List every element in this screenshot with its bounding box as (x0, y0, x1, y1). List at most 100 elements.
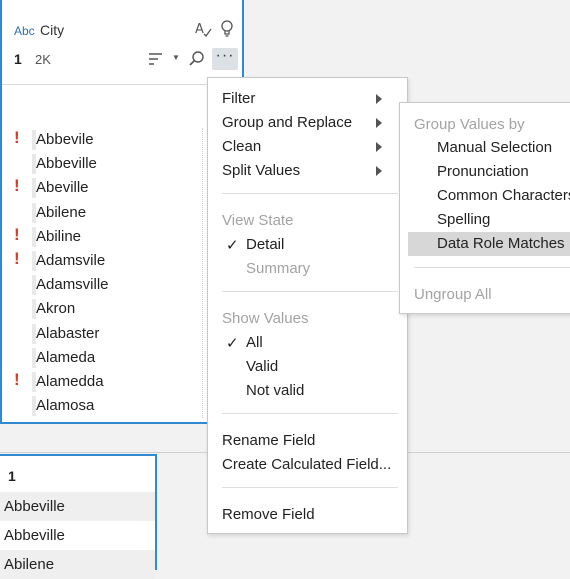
menu-header-label: View State (222, 212, 294, 229)
table-row[interactable]: Abilene (0, 550, 155, 579)
menu-item-label: Group and Replace (222, 114, 353, 131)
search-icon[interactable] (188, 50, 206, 73)
chevron-down-icon[interactable]: ▼ (172, 53, 180, 62)
value-list-item[interactable]: Adamsville (2, 273, 212, 297)
string-type-icon[interactable]: Abc (14, 24, 35, 38)
menu-divider (222, 487, 398, 488)
menu-item-label: Remove Field (222, 506, 315, 523)
invalid-value-icon: ! (14, 224, 20, 244)
value-label: Abbeville (36, 155, 97, 173)
submenu-item-label: Common Characters (437, 187, 570, 204)
menu-header-view-state: View State (208, 209, 407, 233)
submenu-item-pronunciation[interactable]: Pronunciation (400, 160, 570, 184)
value-list-item[interactable]: Alamosa (2, 394, 212, 418)
value-list-item[interactable]: ! Abeville (2, 176, 212, 200)
value-list-item[interactable]: Abilene (2, 201, 212, 225)
menu-item-valid[interactable]: Valid (208, 355, 407, 379)
menu-item-label: Summary (246, 260, 311, 277)
value-list-item[interactable]: ! Alamedda (2, 370, 212, 394)
table-cell: Abbeville (4, 498, 65, 515)
submenu-item-label: Spelling (437, 211, 491, 228)
submenu-item-label: Data Role Matches (437, 235, 565, 252)
menu-item-summary: Summary (208, 257, 407, 281)
field-name[interactable]: City (40, 22, 64, 38)
value-label: Akron (36, 300, 76, 318)
menu-divider (222, 291, 398, 292)
menu-item-label: All (246, 334, 263, 351)
submenu-item-data-role-matches[interactable]: Data Role Matches (408, 232, 570, 256)
submenu-item-manual-selection[interactable]: Manual Selection (400, 136, 570, 160)
value-label: Alameda (36, 348, 96, 366)
table-row[interactable]: Abbeville (0, 521, 155, 550)
menu-item-rename-field[interactable]: Rename Field (208, 429, 407, 453)
menu-item-split-values[interactable]: Split Values (208, 159, 407, 183)
group-values-submenu: Group Values by Manual Selection Pronunc… (399, 102, 570, 314)
grid-column-header[interactable]: 1 (0, 456, 155, 492)
submenu-arrow-icon (376, 94, 382, 104)
checkmark-icon: ✓ (226, 237, 239, 254)
table-cell: Abbeville (4, 527, 65, 544)
invalid-value-icon: ! (14, 370, 20, 389)
value-list-item[interactable]: Abbeville (2, 152, 212, 176)
submenu-item-label: Ungroup All (414, 286, 492, 303)
value-list-item[interactable]: Alameda (2, 346, 212, 370)
menu-item-label: Detail (246, 236, 285, 253)
menu-item-remove-field[interactable]: Remove Field (208, 503, 407, 527)
submenu-arrow-icon (376, 118, 382, 128)
data-grid-column[interactable]: 1 Abbeville Abbeville Abilene (0, 454, 157, 579)
value-label: Abiline (36, 227, 82, 245)
field-context-menu: Filter Group and Replace Clean Split Val… (207, 77, 408, 534)
menu-divider (222, 413, 398, 414)
menu-item-label: Filter (222, 90, 256, 107)
menu-item-label: Split Values (222, 162, 301, 179)
value-label: Alamosa (36, 397, 95, 415)
invalid-value-icon: ! (14, 128, 20, 147)
data-role-icon[interactable]: A (194, 20, 212, 41)
step-number: 1 (14, 51, 22, 67)
value-label: Adamsville (36, 276, 109, 294)
menu-divider (222, 193, 398, 194)
menu-item-filter[interactable]: Filter (208, 87, 407, 111)
menu-item-clean[interactable]: Clean (208, 135, 407, 159)
value-label: Alabaster (36, 324, 100, 342)
submenu-item-ungroup-all: Ungroup All (400, 283, 570, 307)
value-list-item[interactable]: Akron (2, 297, 212, 321)
menu-item-label: Rename Field (222, 432, 316, 449)
menu-item-label: Clean (222, 138, 262, 155)
value-count: 2K (35, 52, 51, 67)
table-cell: Abilene (4, 556, 55, 573)
menu-item-create-calculated-field[interactable]: Create Calculated Field... (208, 453, 407, 477)
sort-icon[interactable] (148, 52, 164, 71)
menu-item-group-replace[interactable]: Group and Replace (208, 111, 407, 135)
value-label: Alamedda (36, 373, 104, 390)
grid-header-label: 1 (8, 468, 16, 484)
menu-header-show-values: Show Values (208, 307, 407, 331)
value-label: Adamsvile (36, 252, 106, 269)
more-options-button[interactable]: ··· (212, 48, 238, 70)
value-list-item[interactable]: ! Adamsvile (2, 249, 212, 273)
menu-item-not-valid[interactable]: Not valid (208, 379, 407, 403)
menu-header-label: Show Values (222, 310, 309, 327)
submenu-item-spelling[interactable]: Spelling (400, 208, 570, 232)
submenu-header-label: Group Values by (414, 116, 525, 133)
submenu-item-label: Manual Selection (437, 139, 553, 156)
value-list-item[interactable]: Alabaster (2, 322, 212, 346)
value-list-item[interactable]: ! Abbevile (2, 128, 212, 152)
field-card-header: Abc City A 1 2K ▼ ··· (2, 0, 242, 85)
table-row[interactable]: Abbeville (0, 492, 155, 521)
invalid-value-icon: ! (14, 249, 20, 268)
submenu-arrow-icon (376, 142, 382, 152)
menu-item-label: Not valid (246, 382, 305, 399)
lightbulb-icon[interactable] (220, 20, 234, 43)
value-label: Abilene (36, 203, 87, 221)
checkmark-icon: ✓ (226, 335, 239, 352)
value-list-item[interactable]: ! Abiline (2, 225, 212, 249)
submenu-item-label: Pronunciation (437, 163, 529, 180)
invalid-value-icon: ! (14, 176, 20, 196)
value-label: Abeville (36, 179, 89, 197)
menu-item-detail[interactable]: ✓ Detail (208, 233, 407, 257)
submenu-header: Group Values by (400, 113, 570, 137)
submenu-item-common-characters[interactable]: Common Characters (400, 184, 570, 208)
submenu-divider (414, 267, 570, 268)
menu-item-all[interactable]: ✓ All (208, 331, 407, 355)
